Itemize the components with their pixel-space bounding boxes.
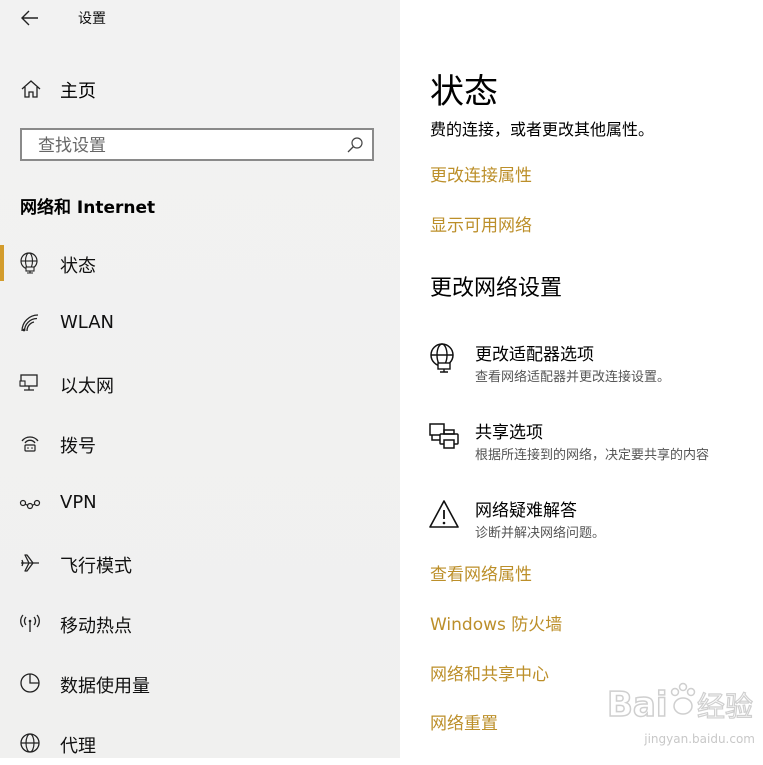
globe-monitor-icon bbox=[20, 252, 38, 274]
section-heading: 网络和 Internet bbox=[20, 198, 156, 218]
link-network-reset[interactable]: 网络重置 bbox=[430, 709, 498, 734]
back-button[interactable] bbox=[18, 7, 42, 29]
data-usage-icon bbox=[20, 673, 40, 693]
sidebar: 设置 主页 网络和 Internet 状态 WLAN bbox=[0, 0, 400, 758]
action-description: 查看网络适配器并更改连接设置。 bbox=[475, 370, 671, 385]
search-box bbox=[20, 128, 374, 161]
sidebar-item-dialup[interactable]: 拨号 bbox=[0, 421, 400, 465]
app-title: 设置 bbox=[78, 11, 106, 27]
link-change-connection-properties[interactable]: 更改连接属性 bbox=[430, 161, 532, 186]
search-icon[interactable] bbox=[346, 136, 364, 154]
sidebar-item-label: 飞行模式 bbox=[60, 556, 132, 577]
svg-text:Bai: Bai bbox=[607, 685, 668, 725]
action-sharing-options[interactable]: 共享选项 根据所连接到的网络，决定要共享的内容 bbox=[428, 418, 763, 466]
link-show-available-networks[interactable]: 显示可用网络 bbox=[430, 211, 532, 236]
link-network-sharing-center[interactable]: 网络和共享中心 bbox=[430, 660, 549, 685]
sidebar-item-label: 以太网 bbox=[60, 376, 114, 397]
sidebar-item-data-usage[interactable]: 数据使用量 bbox=[0, 661, 400, 705]
airplane-icon bbox=[21, 554, 39, 572]
sidebar-item-ethernet[interactable]: 以太网 bbox=[0, 361, 400, 405]
baidu-watermark: Bai 经验 jingyan.baidu.com bbox=[605, 676, 755, 746]
link-view-network-properties[interactable]: 查看网络属性 bbox=[430, 560, 532, 585]
sidebar-item-status[interactable]: 状态 bbox=[0, 241, 400, 285]
sidebar-item-label: 拨号 bbox=[60, 436, 96, 457]
baidu-paw-logo: Bai 经验 bbox=[606, 682, 754, 726]
dialup-icon bbox=[21, 436, 39, 452]
hotspot-icon bbox=[20, 614, 40, 632]
svg-text:经验: 经验 bbox=[697, 690, 753, 723]
wifi-icon bbox=[21, 314, 39, 332]
action-change-adapter-options[interactable]: 更改适配器选项 查看网络适配器并更改连接设置。 bbox=[428, 340, 763, 388]
action-title: 网络疑难解答 bbox=[475, 501, 577, 521]
home-icon bbox=[21, 80, 41, 98]
sidebar-item-proxy[interactable]: 代理 bbox=[0, 721, 400, 765]
sidebar-item-home-label: 主页 bbox=[60, 81, 96, 102]
main-content: 状态 费的连接，或者更改其他属性。 更改连接属性 显示可用网络 更改网络设置 更… bbox=[400, 0, 763, 758]
action-network-troubleshooter[interactable]: 网络疑难解答 诊断并解决网络问题。 bbox=[428, 496, 763, 544]
back-arrow-icon bbox=[21, 10, 38, 26]
section-subheading: 更改网络设置 bbox=[430, 276, 563, 301]
proxy-globe-icon bbox=[20, 733, 40, 753]
action-title: 更改适配器选项 bbox=[475, 345, 594, 365]
sidebar-item-home[interactable]: 主页 bbox=[0, 70, 400, 108]
sidebar-item-label: 代理 bbox=[60, 736, 96, 757]
page-title: 状态 bbox=[430, 72, 498, 112]
adapter-globe-icon bbox=[430, 343, 454, 373]
sidebar-item-label: 状态 bbox=[60, 256, 96, 277]
action-description: 诊断并解决网络问题。 bbox=[475, 526, 606, 541]
action-description: 根据所连接到的网络，决定要共享的内容 bbox=[475, 448, 710, 463]
link-windows-firewall[interactable]: Windows 防火墙 bbox=[430, 610, 562, 635]
search-input[interactable] bbox=[36, 134, 340, 158]
sharing-printer-icon bbox=[429, 423, 459, 449]
sidebar-item-wlan[interactable]: WLAN bbox=[0, 301, 400, 345]
vpn-icon bbox=[19, 499, 41, 510]
sidebar-item-label: 数据使用量 bbox=[60, 676, 150, 697]
sidebar-item-label: VPN bbox=[60, 492, 97, 513]
watermark-url: jingyan.baidu.com bbox=[644, 732, 755, 746]
sidebar-item-label: 移动热点 bbox=[60, 616, 132, 637]
sidebar-item-hotspot[interactable]: 移动热点 bbox=[0, 601, 400, 645]
ethernet-icon bbox=[19, 374, 38, 391]
sidebar-item-label: WLAN bbox=[60, 312, 115, 333]
sidebar-item-vpn[interactable]: VPN bbox=[0, 481, 400, 525]
status-description: 费的连接，或者更改其他属性。 bbox=[430, 120, 655, 139]
action-title: 共享选项 bbox=[475, 423, 543, 443]
warning-icon bbox=[429, 500, 459, 528]
sidebar-item-airplane[interactable]: 飞行模式 bbox=[0, 541, 400, 585]
